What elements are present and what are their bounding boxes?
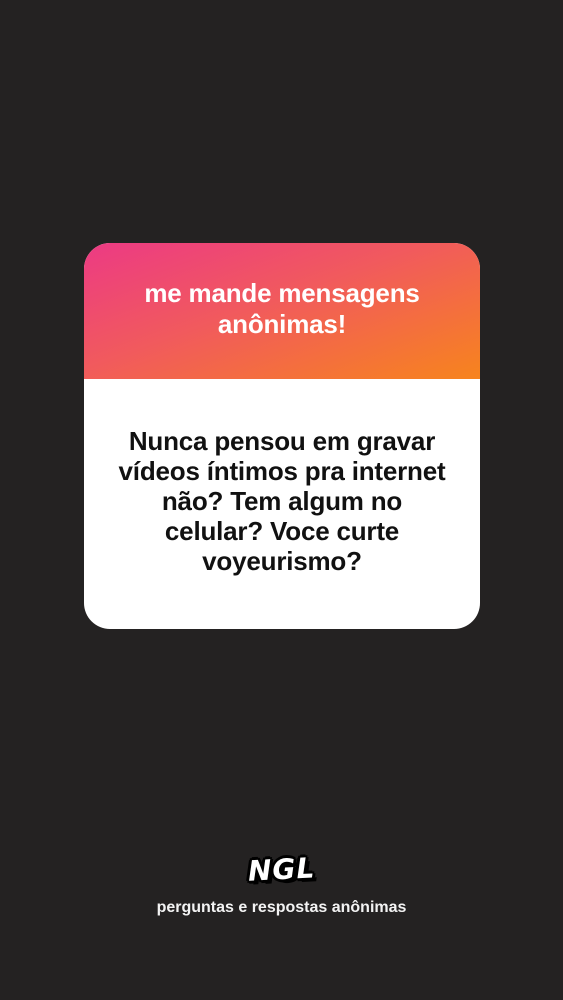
- card-header: me mande mensagens anônimas!: [84, 243, 480, 379]
- card-body: Nunca pensou em gravar vídeos íntimos pr…: [84, 379, 480, 629]
- card-title: me mande mensagens anônimas!: [144, 278, 420, 339]
- footer: NGL perguntas e respostas anônimas: [0, 850, 563, 918]
- question-card: me mande mensagens anônimas! Nunca penso…: [84, 243, 480, 629]
- tagline: perguntas e respostas anônimas: [156, 899, 407, 916]
- ngl-logo: NGL: [247, 851, 316, 888]
- question-text: Nunca pensou em gravar vídeos íntimos pr…: [118, 426, 446, 576]
